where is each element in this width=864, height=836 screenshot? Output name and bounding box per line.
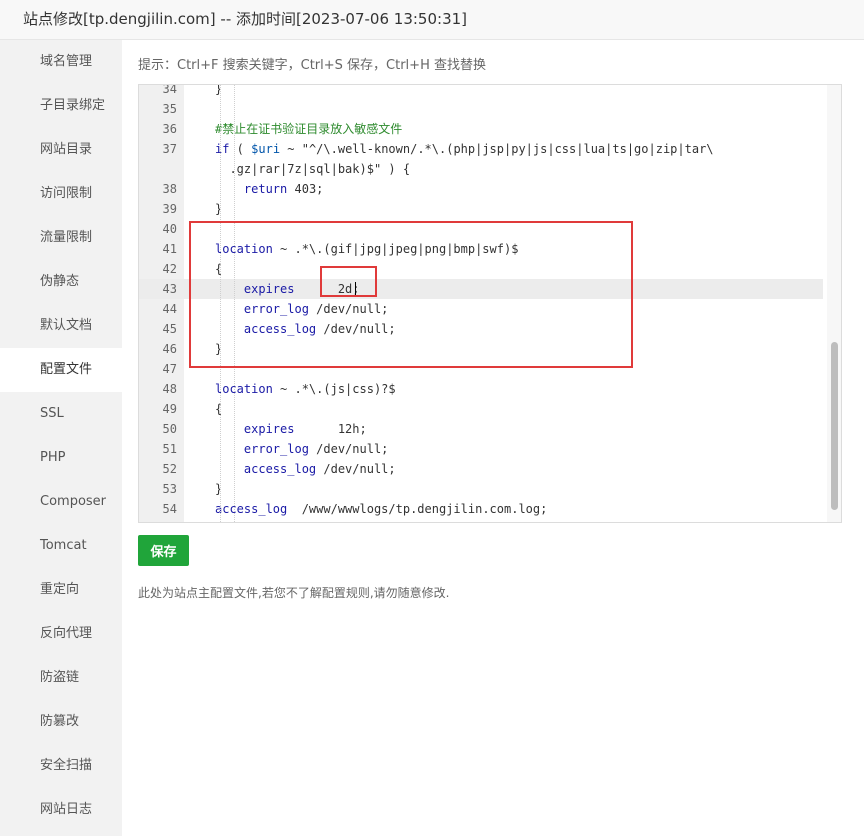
sidebar-item-composer[interactable]: Composer	[0, 480, 122, 524]
line-number: 45	[162, 322, 177, 336]
line-number: 46	[162, 342, 177, 356]
save-button[interactable]: 保存	[138, 535, 189, 566]
sidebar-item-php[interactable]: PHP	[0, 436, 122, 480]
code-line[interactable]: .gz|rar|7z|sql|bak)$" ) {	[139, 159, 823, 179]
code-line[interactable]: 55 error_log /www/wwwlogs/tp.dengjilin.co…	[139, 519, 823, 522]
sidebar-item-default-document[interactable]: 默认文档	[0, 304, 122, 348]
sidebar-item-config-file[interactable]: 配置文件	[0, 348, 122, 392]
code-line[interactable]: 50 expires 12h;	[139, 419, 823, 439]
line-code: error_log /dev/null;	[243, 442, 389, 456]
code-line[interactable]: 38 return 403;	[139, 179, 823, 199]
line-number: 36	[162, 122, 177, 136]
line-number: 53	[162, 482, 177, 496]
line-number: 43	[162, 282, 177, 296]
sidebar-item-reverse-proxy[interactable]: 反向代理	[0, 612, 122, 656]
line-number: 44	[162, 302, 177, 316]
dialog-titlebar: 站点修改[tp.dengjilin.com] -- 添加时间[2023-07-0…	[0, 0, 864, 40]
sidebar-item-redirect[interactable]: 重定向	[0, 568, 122, 612]
settings-sidebar: 域名管理 子目录绑定 网站目录 访问限制 流量限制 伪静态 默认文档 配置文件 …	[0, 40, 122, 836]
line-number: 41	[162, 242, 177, 256]
scrollbar-thumb[interactable]	[831, 342, 838, 510]
line-number: 40	[162, 222, 177, 236]
code-line[interactable]: 51 error_log /dev/null;	[139, 439, 823, 459]
line-number: 55	[139, 519, 177, 522]
line-code: access_log /www/wwwlogs/tp.dengjilin.com…	[215, 502, 548, 516]
editor-scrollbar[interactable]	[827, 85, 841, 522]
line-code: {	[215, 402, 223, 416]
sidebar-item-pseudo-static[interactable]: 伪静态	[0, 260, 122, 304]
code-line[interactable]: 39}	[139, 199, 823, 219]
code-line[interactable]: 35	[139, 99, 823, 119]
line-code: #禁止在证书验证目录放入敏感文件	[215, 122, 403, 136]
line-code: if ( $uri ~ "^/\.well-known/.*\.(php|jsp…	[215, 142, 714, 156]
code-line[interactable]: 37 if ( $uri ~ "^/\.well-known/.*\.(php|j…	[139, 139, 823, 159]
sidebar-item-security-scan[interactable]: 安全扫描	[0, 744, 122, 788]
line-number: 48	[162, 382, 177, 396]
code-line[interactable]: 34}	[139, 84, 823, 99]
line-number: 42	[162, 262, 177, 276]
line-code: }	[215, 84, 223, 96]
line-number: 49	[162, 402, 177, 416]
sidebar-item-ssl[interactable]: SSL	[0, 392, 122, 436]
highlight-box-location-block	[189, 221, 633, 368]
sidebar-item-tomcat[interactable]: Tomcat	[0, 524, 122, 568]
sidebar-item-subdirectory-binding[interactable]: 子目录绑定	[0, 84, 122, 128]
line-number: 39	[162, 202, 177, 216]
line-code: error_log /www/wwwlogs/tp.dengjilin.com.…	[215, 519, 583, 522]
line-code: }	[215, 202, 223, 216]
line-number: 35	[162, 102, 177, 116]
line-number: 52	[162, 462, 177, 476]
sidebar-item-tamper-protection[interactable]: 防篡改	[0, 700, 122, 744]
line-code: access_log /dev/null;	[243, 462, 396, 476]
sidebar-item-site-directory[interactable]: 网站目录	[0, 128, 122, 172]
line-code: return 403;	[243, 182, 324, 196]
code-line[interactable]: 36 #禁止在证书验证目录放入敏感文件	[139, 119, 823, 139]
sidebar-item-domain-management[interactable]: 域名管理	[0, 40, 122, 84]
dialog-title: 站点修改[tp.dengjilin.com] -- 添加时间[2023-07-0…	[23, 10, 468, 28]
config-warning-note: 此处为站点主配置文件,若您不了解配置规则,请勿随意修改.	[138, 586, 450, 600]
line-number: 37	[162, 142, 177, 156]
line-number: 54	[162, 502, 177, 516]
sidebar-item-access-limit[interactable]: 访问限制	[0, 172, 122, 216]
code-line[interactable]: 53}	[139, 479, 823, 499]
line-code: .gz|rar|7z|sql|bak)$" ) {	[215, 162, 411, 176]
line-number: 47	[162, 362, 177, 376]
line-code: location ~ .*\.(js|css)?$	[215, 382, 396, 396]
code-line[interactable]: 52 access_log /dev/null;	[139, 459, 823, 479]
sidebar-item-hotlink-protection[interactable]: 防盗链	[0, 656, 122, 700]
line-code: expires 12h;	[243, 422, 367, 436]
line-code: }	[215, 482, 223, 496]
sidebar-item-site-logs[interactable]: 网站日志	[0, 788, 122, 832]
line-number: 38	[162, 182, 177, 196]
code-line[interactable]: 54 access_log /www/wwwlogs/tp.dengjilin.c…	[139, 499, 823, 519]
sidebar-item-traffic-limit[interactable]: 流量限制	[0, 216, 122, 260]
line-number: 34	[162, 84, 177, 96]
code-line[interactable]: 49 {	[139, 399, 823, 419]
shortcut-hint: 提示：Ctrl+F 搜索关键字，Ctrl+S 保存，Ctrl+H 查找替换	[138, 58, 486, 73]
line-number: 51	[162, 442, 177, 456]
code-line[interactable]: 48 location ~ .*\.(js|css)?$	[139, 379, 823, 399]
highlight-box-expires-value	[320, 266, 377, 297]
line-number: 50	[162, 422, 177, 436]
